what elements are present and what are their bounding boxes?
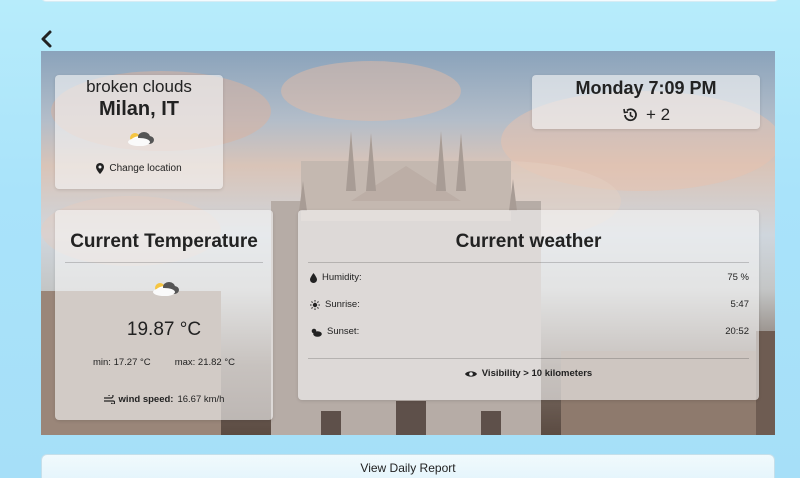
sunset-row: Sunset: 20:52 bbox=[310, 326, 749, 337]
max-temperature: max: 21.82 °C bbox=[174, 357, 235, 368]
divider bbox=[65, 262, 263, 263]
time-card: Monday 7:09 PM + 2 bbox=[532, 75, 760, 129]
timezone-offset: + 2 bbox=[622, 105, 670, 125]
change-location-label: Change location bbox=[109, 163, 182, 174]
sunset-label: Sunset: bbox=[327, 326, 360, 337]
visibility: Visibility > 10 kilometers bbox=[298, 368, 759, 379]
sunrise-label: Sunrise: bbox=[325, 299, 360, 310]
sunrise-value: 5:47 bbox=[730, 299, 750, 310]
divider bbox=[308, 262, 749, 263]
temperature-title: Current Temperature bbox=[70, 231, 258, 252]
history-clock-icon bbox=[623, 108, 637, 122]
current-temperature-card: Current Temperature 19.87 °C min: 17.27 … bbox=[55, 210, 273, 420]
cloud-sun-icon bbox=[128, 132, 154, 146]
sunrise-row: Sunrise: 5:47 bbox=[310, 299, 749, 310]
current-weather-card: Current weather Humidity: 75 % Sunrise: … bbox=[298, 210, 759, 400]
wind-speed: wind speed: 16.67 km/h bbox=[103, 394, 225, 405]
sun-icon bbox=[310, 299, 320, 310]
view-daily-report-button[interactable]: View Daily Report bbox=[41, 454, 775, 478]
temperature-value: 19.87 °C bbox=[126, 319, 202, 340]
sunset-value: 20:52 bbox=[725, 326, 749, 337]
change-location-link[interactable]: Change location bbox=[96, 163, 182, 174]
eye-icon bbox=[464, 370, 477, 377]
top-panel-edge bbox=[41, 0, 779, 2]
cloud-sun-icon bbox=[153, 282, 179, 296]
wind-icon bbox=[103, 395, 115, 404]
droplet-icon bbox=[310, 272, 317, 283]
min-temperature: min: 17.27 °C bbox=[93, 357, 151, 368]
local-day-time: Monday 7:09 PM bbox=[575, 78, 717, 98]
weather-description: broken clouds bbox=[86, 77, 192, 96]
cloud-sun-icon bbox=[311, 328, 322, 337]
min-max-temperature: min: 17.27 °C max: 21.82 °C bbox=[55, 357, 273, 368]
wind-speed-value: 16.67 km/h bbox=[177, 394, 225, 405]
divider bbox=[308, 358, 749, 359]
back-arrow-icon[interactable] bbox=[38, 29, 56, 49]
wind-speed-label: wind speed: bbox=[118, 394, 174, 405]
visibility-value: Visibility > 10 kilometers bbox=[481, 368, 593, 379]
weather-title: Current weather bbox=[455, 231, 602, 252]
humidity-label: Humidity: bbox=[322, 272, 362, 283]
humidity-row: Humidity: 75 % bbox=[310, 272, 749, 283]
humidity-value: 75 % bbox=[727, 272, 749, 283]
city-name: Milan, IT bbox=[99, 98, 179, 120]
city-background-panel: broken clouds Milan, IT Change location … bbox=[41, 51, 775, 435]
timezone-offset-value: + 2 bbox=[645, 105, 671, 124]
location-card: broken clouds Milan, IT Change location bbox=[55, 75, 223, 189]
map-pin-icon bbox=[96, 163, 105, 174]
